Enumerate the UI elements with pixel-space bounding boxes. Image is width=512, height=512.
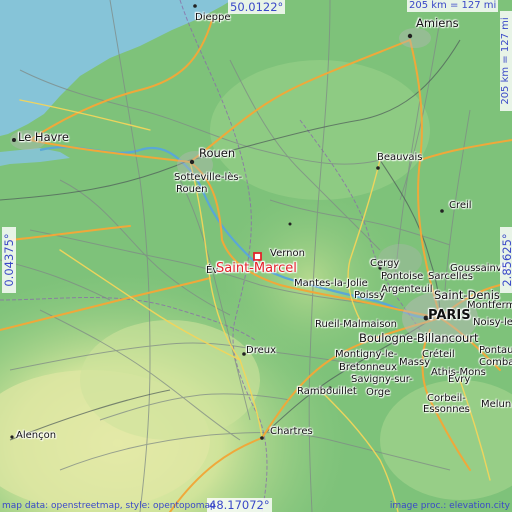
scale-vertical-label: 205 km = 127 mi <box>500 11 512 111</box>
city-label-montfermeil: Montfermeil <box>467 300 512 311</box>
city-label-evry: Évry <box>448 374 471 385</box>
city-label-beauvais: Beauvais <box>377 152 423 163</box>
city-label-boulogne: Boulogne-Billancourt <box>359 331 479 345</box>
latitude-bottom-label: 48.17072° <box>207 498 272 512</box>
city-label-montigny: Montigny-le- <box>335 349 398 360</box>
city-label-rambouillet: Rambouillet <box>297 386 357 397</box>
terrain-map[interactable] <box>0 0 512 512</box>
city-label-massy: Massy <box>399 357 431 368</box>
city-label-amiens: Amiens <box>416 16 459 30</box>
city-label-goussainville: Goussainvil <box>450 263 508 274</box>
city-label-argenteuil: Argenteuil <box>381 284 433 295</box>
city-label-bretonneux: Bretonneux <box>339 362 398 373</box>
longitude-left-label: 0.04375° <box>2 227 16 293</box>
city-label-cergy: Cergy <box>370 258 400 269</box>
city-label-le-havre: Le Havre <box>18 130 69 144</box>
city-label-chartres: Chartres <box>270 426 313 437</box>
city-label-alencon: Alençon <box>16 430 57 441</box>
map-credit-right: image proc.: elevation.city <box>389 501 510 511</box>
city-label-sotteville: Sotteville-lès- <box>174 172 243 183</box>
map-credit-left: map data: openstreetmap, style: opentopo… <box>2 501 216 511</box>
city-label-mantes: Mantes-la-Jolie <box>294 278 368 289</box>
scale-horizontal-label: 205 km = 127 mi <box>407 0 499 12</box>
place-label-saint-marcel[interactable]: Saint-Marcel <box>216 262 297 275</box>
city-label-noisy: Noisy-le-Gr <box>473 317 512 328</box>
longitude-right-label: 2.85625° <box>500 227 512 293</box>
city-label-vernon: Vernon <box>270 248 305 259</box>
city-label-dreux: Dreux <box>246 345 276 356</box>
city-label-corbeil: Corbeil- <box>427 393 466 404</box>
city-label-orge: Orge <box>366 387 391 398</box>
city-label-creil: Creil <box>449 200 472 211</box>
city-label-sotteville-2: Rouen <box>176 184 208 195</box>
city-label-pontault: Pontault- <box>479 345 512 356</box>
latitude-top-label: 50.0122° <box>228 0 286 14</box>
city-label-rouen: Rouen <box>199 146 236 160</box>
city-label-melun: Melun <box>481 399 512 410</box>
saint-marcel-marker <box>253 252 262 261</box>
city-label-pontoise: Pontoise <box>381 271 424 282</box>
city-label-dieppe: Dieppe <box>195 12 231 23</box>
city-label-essonnes: Essonnes <box>423 404 470 415</box>
city-label-rueil: Rueil-Malmaison <box>315 319 398 330</box>
city-label-paris: PARIS <box>428 308 471 323</box>
city-label-savigny: Savigny-sur- <box>351 374 413 385</box>
